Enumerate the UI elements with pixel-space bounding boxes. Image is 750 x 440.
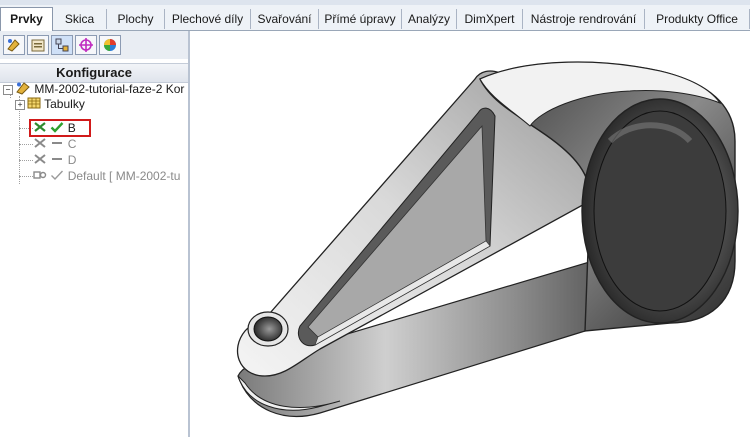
command-manager-tabs: Prvky Skica Plochy Plechové díly Svařová…: [0, 0, 750, 31]
inactive-dash-icon: [50, 137, 64, 153]
table-folder-icon: [27, 96, 41, 113]
tab-svarovani[interactable]: Svařování: [251, 9, 319, 29]
tree-item-tables[interactable]: Tabulky: [27, 96, 85, 112]
tree-config-d-label: D: [67, 153, 77, 167]
tree-root[interactable]: MM-2002-tutorial-faze-2 Kor: [15, 82, 184, 97]
dimxpert-manager-icon[interactable]: [75, 35, 97, 55]
tab-plechove-dily[interactable]: Plechové díly: [165, 9, 251, 29]
tree-root-label: MM-2002-tutorial-faze-2 Kor: [34, 82, 185, 97]
tab-prvky[interactable]: Prvky: [0, 7, 53, 31]
configuration-manager-icon[interactable]: [51, 35, 73, 55]
tree-item-tables-label: Tabulky: [44, 97, 85, 111]
tree-config-d[interactable]: D: [33, 152, 76, 168]
expand-tables-icon[interactable]: +: [15, 100, 25, 110]
collapse-root-icon[interactable]: −: [3, 85, 13, 95]
tree-connector: [19, 160, 33, 161]
tab-plochy[interactable]: Plochy: [107, 9, 165, 29]
panel-title: Konfigurace: [0, 63, 188, 83]
tree-config-default-label: Default [ MM-2002-tu: [67, 169, 181, 183]
tree-config-c-label: C: [67, 137, 77, 151]
configuration-manager-panel: Konfigurace − MM-2002-tutorial-faze-2 Ko…: [0, 31, 190, 437]
tab-dimxpert[interactable]: DimXpert: [457, 9, 523, 29]
feature-manager-icon[interactable]: [3, 35, 25, 55]
tab-skica[interactable]: Skica: [53, 9, 107, 29]
graphics-viewport[interactable]: [190, 31, 750, 437]
check-outline-icon: [50, 169, 64, 185]
part-model-render: [236, 61, 739, 417]
tree-config-c[interactable]: C: [33, 136, 76, 152]
tab-nastroje-rendrovani[interactable]: Nástroje rendrování: [523, 9, 645, 29]
display-manager-icon[interactable]: [99, 35, 121, 55]
property-manager-icon[interactable]: [27, 35, 49, 55]
tree-config-default[interactable]: Default [ MM-2002-tu: [33, 168, 180, 184]
tree-connector: [19, 144, 33, 145]
configuration-icon: [33, 153, 47, 169]
tree-connector: [19, 176, 33, 177]
tabbar-top-strip: [0, 0, 750, 5]
tab-prime-upravy[interactable]: Přímé úpravy: [319, 9, 402, 29]
configuration-icon: [33, 137, 47, 153]
manager-toolbar: [0, 31, 188, 59]
active-config-highlight: [29, 119, 91, 137]
tab-analyzy[interactable]: Analýzy: [402, 9, 457, 29]
inactive-dash-icon: [50, 153, 64, 169]
tab-produkty-office[interactable]: Produkty Office: [645, 9, 750, 29]
default-config-icon: [33, 169, 47, 185]
